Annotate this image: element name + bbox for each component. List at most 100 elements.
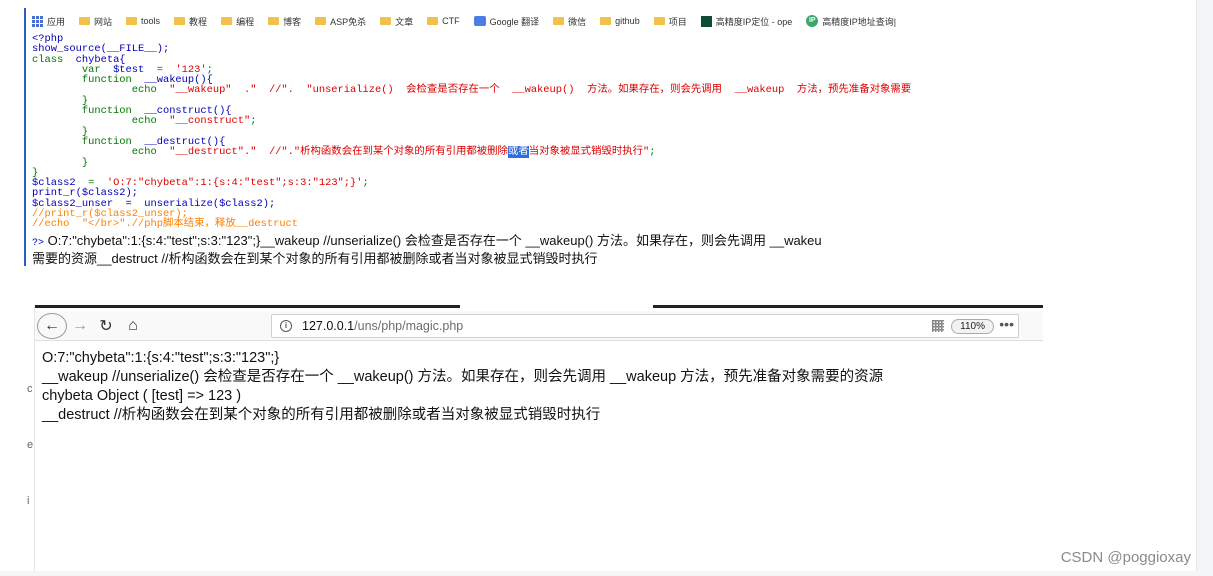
edge-char: i (27, 495, 30, 507)
url-path: /uns/php/magic.php (354, 319, 464, 333)
geo-icon (700, 15, 712, 27)
url-bar[interactable]: i 127.0.0.1/uns/php/magic.php 110% ••• (271, 314, 1019, 338)
bookmark-website[interactable]: 网站 (79, 15, 112, 28)
code-line: echo "__wakeup" ." //". "unserialize() 会… (32, 85, 911, 95)
edge-char: c (27, 383, 33, 395)
code-string: "__wakeup" ." //". "unserialize() 会检查是否存… (156, 84, 912, 97)
folder-icon (174, 17, 186, 25)
bookmark-label: 文章 (395, 16, 414, 27)
output-line: __destruct //析构函数会在到某个对象的所有引用都被删除或者当对象被显… (42, 407, 601, 423)
code-comment: //echo "</br>".//php脚本结束，释放__destruct (32, 218, 299, 231)
apps-icon (32, 15, 43, 27)
output-line: 需要的资源__destruct //析构函数会在到某个对象的所有引用都被删除或者… (32, 250, 598, 266)
bookmarks-bar: 应用 网站 tools 教程 编程 博客 ASP免杀 文章 CTF Google… (32, 12, 1062, 30)
code-operator: ; (649, 146, 656, 159)
bookmark-label: 网站 (94, 16, 113, 27)
ip-icon: IP (806, 15, 819, 27)
bookmark-apps[interactable]: 应用 (32, 15, 65, 28)
info-icon[interactable]: i (280, 320, 292, 332)
selected-text: 或者 (507, 146, 529, 159)
bookmark-label: github (615, 16, 640, 26)
output-line: O:7:"chybeta":1:{s:4:"test";s:3:"123";}_… (44, 233, 822, 248)
code-line: echo "__destruct"." //"."析构函数会在到某个对象的所有引… (32, 146, 911, 159)
bookmark-label: 项目 (668, 16, 687, 27)
bookmark-label: 编程 (236, 16, 255, 27)
code-operator: ; (250, 115, 257, 128)
php-script-output: ?> O:7:"chybeta":1:{s:4:"test";s:3:"123"… (32, 233, 1064, 266)
code-line: } (32, 156, 911, 169)
code-string: 当对象被显式销毁时执行" (528, 146, 650, 159)
bookmark-programming[interactable]: 编程 (221, 15, 254, 28)
qr-code-icon[interactable] (932, 320, 944, 332)
folder-icon (653, 17, 665, 25)
home-icon: ⌂ (128, 316, 138, 334)
folder-icon (221, 17, 233, 25)
folder-icon (427, 17, 439, 25)
back-button[interactable]: ← (37, 312, 67, 339)
bookmark-label: 高精度IP地址查询| (822, 16, 897, 27)
bookmark-articles[interactable]: 文章 (380, 15, 413, 28)
php-source-code: <?php show_source(__FILE__); class chybe… (32, 34, 911, 230)
reload-button[interactable]: ↻ (93, 313, 119, 339)
output-line: __wakeup //unserialize() 会检查是否存在一个 __wak… (42, 369, 884, 385)
bookmark-asp[interactable]: ASP免杀 (315, 15, 366, 28)
bookmark-ctf[interactable]: CTF (427, 16, 460, 26)
home-button[interactable]: ⌂ (119, 313, 147, 339)
clipped-edge: c e i (27, 305, 35, 576)
code-line: show_source(__FILE__); (32, 44, 911, 54)
folder-icon (126, 17, 138, 25)
folder-icon (553, 17, 565, 25)
tab-strip (27, 305, 1043, 309)
bookmark-label: 应用 (47, 16, 66, 27)
bookmark-projects[interactable]: 项目 (653, 15, 687, 28)
php-close-tag: ?> (32, 238, 45, 249)
code-line: echo "__construct"; (32, 116, 911, 126)
bookmark-label: ASP免杀 (330, 16, 367, 27)
folder-icon (315, 17, 327, 25)
source-view-screenshot: 应用 网站 tools 教程 编程 博客 ASP免杀 文章 CTF Google… (24, 8, 1064, 266)
code-text: } (32, 156, 89, 169)
code-string: "__construct" (156, 115, 251, 128)
folder-icon (600, 17, 612, 25)
output-line: chybeta Object ( [test] => 123 ) (42, 388, 242, 404)
page-bottom-bar (0, 571, 1213, 576)
folder-icon (79, 17, 91, 25)
folder-icon (380, 17, 392, 25)
forward-button[interactable]: → (67, 313, 93, 339)
reload-icon: ↻ (99, 317, 113, 335)
page-content: O:7:"chybeta":1:{s:4:"test";s:3:"123";} … (42, 349, 883, 425)
bookmark-label: Google 翻译 (489, 16, 540, 27)
bookmark-google-translate[interactable]: Google 翻译 (473, 15, 540, 28)
edge-char: e (27, 439, 34, 451)
browser-screenshot: c e i ← → ↻ ⌂ i 127.0.0.1/uns/php/magic.… (27, 305, 1043, 576)
bookmark-github[interactable]: github (600, 16, 640, 26)
watermark: CSDN @poggioxay (1060, 549, 1191, 566)
folder-icon (268, 17, 280, 25)
bookmark-ip-query[interactable]: IP 高精度IP地址查询| (806, 15, 896, 28)
url-host: 127.0.0.1 (302, 319, 355, 333)
bookmark-ip-locate[interactable]: 高精度IP定位 - ope (700, 15, 793, 28)
bookmark-label: 高精度IP定位 - ope (715, 16, 793, 27)
page-gutter (1196, 0, 1213, 576)
code-line: $class2 = 'O:7:"chybeta":1:{s:4:"test";s… (32, 178, 911, 188)
more-actions-icon[interactable]: ••• (999, 316, 1014, 332)
bookmark-blog[interactable]: 博客 (268, 15, 301, 28)
code-string: "__destruct"." //"."析构函数会在到某个对象的所有引用都被删除 (156, 146, 508, 159)
browser-toolbar: ← → ↻ ⌂ i 127.0.0.1/uns/php/magic.php 11… (35, 311, 1043, 341)
output-line: O:7:"chybeta":1:{s:4:"test";s:3:"123";} (42, 350, 280, 366)
bookmark-label: 博客 (283, 16, 302, 27)
code-operator: ; (362, 177, 369, 190)
forward-arrow-icon: → (72, 316, 88, 334)
zoom-level-badge[interactable]: 110% (951, 319, 994, 334)
code-string: 'O:7:"chybeta":1:{s:4:"test";s:3:"123";}… (106, 177, 363, 190)
bookmark-label: tools (141, 16, 161, 26)
bookmark-label: CTF (442, 16, 460, 26)
bookmark-label: 微信 (568, 16, 587, 27)
back-arrow-icon: ← (44, 316, 60, 334)
bookmark-tools[interactable]: tools (126, 16, 160, 26)
code-line: //echo "</br>".//php脚本结束，释放__destruct (32, 219, 911, 229)
bookmark-tutorial[interactable]: 教程 (174, 15, 207, 28)
translate-icon (473, 16, 486, 26)
bookmark-label: 教程 (189, 16, 208, 27)
bookmark-wechat[interactable]: 微信 (553, 15, 586, 28)
